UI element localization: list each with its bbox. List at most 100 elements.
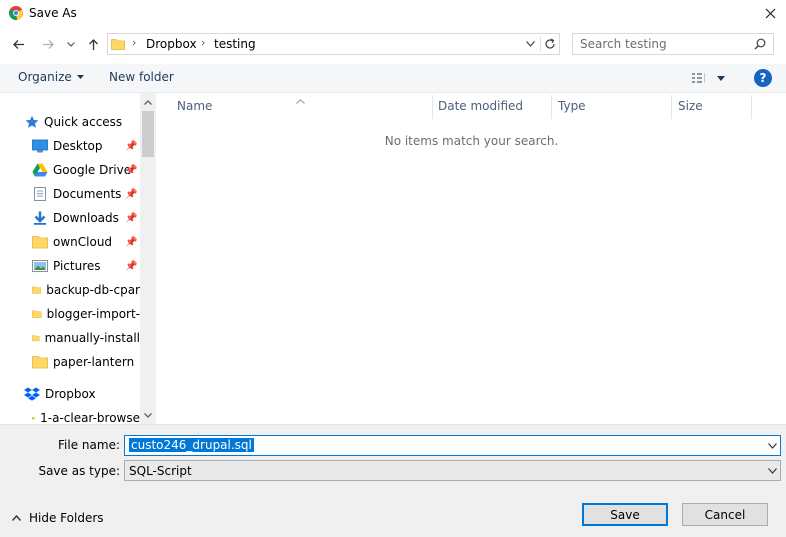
breadcrumb-testing[interactable]: testing <box>214 37 256 51</box>
search-icon <box>753 37 767 51</box>
folder-icon <box>111 37 125 51</box>
details-view-icon <box>692 73 705 83</box>
new-folder-button[interactable]: New folder <box>109 70 174 84</box>
folder-icon <box>32 236 48 249</box>
scroll-down-button[interactable] <box>140 408 156 422</box>
save-type-select[interactable]: SQL-Script <box>124 460 781 481</box>
pin-icon: 📌 <box>125 212 138 224</box>
sidebar-item-label: ownCloud <box>53 235 113 249</box>
sidebar-item-label: Dropbox <box>45 387 96 401</box>
sidebar-item-dropbox[interactable]: Dropbox <box>0 383 140 405</box>
column-header-date-modified[interactable]: Date modified <box>438 93 523 119</box>
help-button[interactable]: ? <box>754 69 772 87</box>
chevron-up-icon <box>12 515 21 521</box>
sidebar-item-label: backup-db-cpar <box>46 283 140 297</box>
view-options-button[interactable] <box>690 70 730 86</box>
sidebar-item-label: blogger-import- <box>46 307 140 321</box>
save-type-label: Save as type: <box>38 464 120 478</box>
arrow-left-icon <box>12 39 24 49</box>
sidebar-item-blogger-import[interactable]: blogger-import- <box>0 303 140 325</box>
sidebar-item-backup-db-cpar[interactable]: backup-db-cpar <box>0 279 140 301</box>
folder-icon <box>32 356 48 369</box>
arrow-up-icon <box>88 38 98 50</box>
dropbox-icon <box>24 387 40 401</box>
file-name-selected-text: custo246_drupal.sql <box>129 438 254 452</box>
save-type-value: SQL-Script <box>129 464 192 478</box>
pictures-icon <box>32 260 48 272</box>
scroll-thumb[interactable] <box>142 111 154 157</box>
caret-down-icon <box>717 76 725 81</box>
pin-icon: 📌 <box>125 236 138 248</box>
sidebar-item-label: Desktop <box>53 139 103 153</box>
file-name-dropdown-button[interactable] <box>764 438 780 454</box>
folder-icon <box>32 335 40 342</box>
file-name-value[interactable]: custo246_drupal.sql <box>129 438 254 452</box>
sidebar-item-label: Documents <box>53 187 122 201</box>
column-header-type[interactable]: Type <box>558 93 586 119</box>
sidebar-item-label: Pictures <box>53 259 101 273</box>
documents-icon <box>34 187 46 201</box>
refresh-button[interactable] <box>542 36 558 52</box>
title-bar <box>0 0 786 27</box>
empty-message: No items match your search. <box>384 134 559 148</box>
refresh-icon <box>545 38 555 49</box>
recent-locations-button[interactable] <box>64 37 78 51</box>
desktop-icon <box>32 139 48 153</box>
save-button[interactable]: Save <box>582 503 668 526</box>
save-type-dropdown-button[interactable] <box>764 463 780 479</box>
search-box[interactable] <box>572 33 774 55</box>
up-button[interactable] <box>84 35 102 53</box>
sidebar-item-label: paper-lantern <box>53 355 135 369</box>
pin-icon: 📌 <box>125 260 138 272</box>
caret-down-icon <box>76 75 84 79</box>
address-divider <box>540 36 541 52</box>
chevron-down-icon <box>767 443 777 449</box>
chevron-down-icon <box>767 468 777 474</box>
sidebar-item-owncloud[interactable]: ownCloud 📌 <box>0 231 140 253</box>
help-icon: ? <box>759 71 767 85</box>
organize-button[interactable]: Organize <box>18 70 84 84</box>
organize-label: Organize <box>18 70 72 84</box>
column-divider <box>432 95 433 119</box>
sidebar-item-label: Quick access <box>44 115 123 129</box>
pin-icon: 📌 <box>125 140 138 152</box>
chrome-icon <box>9 6 23 20</box>
forward-button[interactable] <box>38 35 58 53</box>
sidebar-item-google-drive[interactable]: Google Drive 📌 <box>0 159 140 181</box>
breadcrumb-dropbox[interactable]: Dropbox <box>146 37 197 51</box>
star-icon <box>25 115 39 128</box>
window-title: Save As <box>29 6 77 20</box>
sidebar-item-downloads[interactable]: Downloads 📌 <box>0 207 140 229</box>
chevron-down-icon <box>144 412 152 418</box>
search-input[interactable] <box>580 35 750 53</box>
sidebar-item-documents[interactable]: Documents 📌 <box>0 183 140 205</box>
column-divider <box>671 95 672 119</box>
column-divider <box>551 95 552 119</box>
sidebar-item-desktop[interactable]: Desktop 📌 <box>0 135 140 157</box>
column-divider <box>751 95 752 119</box>
breadcrumb-separator: › <box>132 36 137 49</box>
sidebar-item-1-a-clear-browse[interactable]: 1-a-clear-browse <box>0 407 140 424</box>
sidebar-item-label: Google Drive <box>53 163 132 177</box>
back-button[interactable] <box>8 35 28 53</box>
hide-folders-button[interactable]: Hide Folders <box>12 511 104 525</box>
scroll-up-button[interactable] <box>140 95 156 109</box>
folder-icon <box>32 286 42 294</box>
address-bar[interactable]: › Dropbox › testing <box>107 33 560 55</box>
sidebar-item-quick-access[interactable]: Quick access <box>0 111 140 133</box>
arrow-right-icon <box>42 39 54 49</box>
pin-icon: 📌 <box>125 164 138 176</box>
file-name-field[interactable]: custo246_drupal.sql <box>124 435 781 456</box>
downloads-icon <box>34 211 46 225</box>
sidebar-item-paper-lantern[interactable]: paper-lantern <box>0 351 140 373</box>
folder-icon <box>32 310 42 318</box>
close-window-button[interactable] <box>756 2 784 24</box>
chevron-down-icon <box>525 41 535 47</box>
address-dropdown-button[interactable] <box>522 36 538 52</box>
navigation-pane[interactable]: Quick access Desktop 📌 Google Drive 📌 Do… <box>0 93 156 424</box>
column-header-size[interactable]: Size <box>678 93 703 119</box>
cancel-button[interactable]: Cancel <box>682 503 768 526</box>
sidebar-item-pictures[interactable]: Pictures 📌 <box>0 255 140 277</box>
sidebar-item-manually-install[interactable]: manually-install <box>0 327 140 349</box>
column-header-name[interactable]: Name <box>177 93 212 119</box>
